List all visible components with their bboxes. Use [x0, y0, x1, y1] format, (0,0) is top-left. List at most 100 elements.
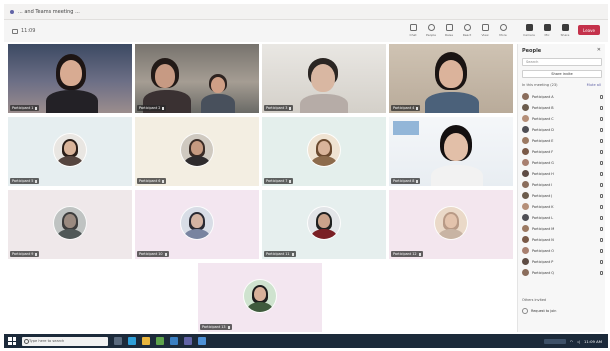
camera-icon [525, 24, 533, 31]
avatar [522, 104, 529, 111]
notification-area[interactable] [543, 338, 566, 344]
avatar-tile[interactable]: Participant 6 [135, 117, 259, 186]
others-invited-label[interactable]: Others invited [522, 296, 604, 305]
avatar [522, 181, 529, 188]
camera-button[interactable]: Camera [520, 22, 538, 40]
teams-icon[interactable] [184, 337, 192, 345]
react-button[interactable]: React [458, 22, 476, 40]
participant-row[interactable]: Participant N [522, 234, 604, 245]
video-tile[interactable]: Participant 2 [135, 44, 259, 113]
avatar-tile[interactable]: Participant 5 [8, 117, 132, 186]
view-button[interactable]: View [476, 22, 494, 40]
participant-row[interactable]: Participant Q [522, 267, 604, 278]
mic-off-icon [600, 270, 603, 275]
participant-name: Participant B [532, 105, 554, 110]
volume-icon[interactable]: ◁ [577, 339, 580, 344]
teams-meeting-window: ... and Teams meeting ... 11:09 Chat Peo… [0, 0, 610, 351]
participant-avatar [243, 279, 277, 314]
participant-video [44, 52, 100, 113]
participant-row[interactable]: Participant L [522, 212, 604, 223]
video-grid: Participant 1 Participant 2 Participant … [8, 44, 513, 332]
store-icon[interactable] [170, 337, 178, 345]
more-button[interactable]: More [494, 22, 512, 40]
avatar-tile[interactable]: Participant 12 [389, 190, 513, 259]
mic-off-icon [600, 149, 603, 154]
video-tile[interactable]: Participant 8 [389, 117, 513, 186]
request-item[interactable]: Request to join [522, 305, 604, 317]
participant-row[interactable]: Participant K [522, 201, 604, 212]
leave-button[interactable]: Leave [578, 25, 600, 35]
avatar-tile[interactable]: Participant 11 [262, 190, 386, 259]
clock[interactable]: 11:09 AM [584, 339, 602, 344]
participant-video [429, 125, 485, 186]
participant-row[interactable]: Participant B [522, 102, 604, 113]
avatar-tile[interactable]: Participant 13 [198, 263, 322, 332]
tile-name-label: Participant 6 [137, 178, 167, 184]
taskbar-search-input[interactable]: Type here to search [22, 336, 108, 346]
people-button[interactable]: People [422, 22, 440, 40]
avatar-tile[interactable]: Participant 7 [262, 117, 386, 186]
participant-row[interactable]: Participant M [522, 223, 604, 234]
participant-row[interactable]: Participant E [522, 135, 604, 146]
participant-row[interactable]: Participant J [522, 190, 604, 201]
participant-video [423, 52, 481, 113]
participant-name: Participant I [532, 182, 553, 187]
mic-off-icon [600, 237, 603, 242]
tile-name-label: Participant 9 [10, 251, 40, 257]
participant-row[interactable]: Participant H [522, 168, 604, 179]
share-icon [561, 24, 569, 31]
participant-name: Participant L [532, 215, 554, 220]
tile-name-label: Participant 2 [137, 105, 167, 111]
participant-name: Participant J [532, 193, 553, 198]
participant-avatar [434, 206, 468, 241]
raise-hand-button[interactable]: Raise [440, 22, 458, 40]
mic-off-icon [600, 193, 603, 198]
video-tile[interactable]: Participant 1 [8, 44, 132, 113]
avatar-tile[interactable]: Participant 9 [8, 190, 132, 259]
participant-row[interactable]: Participant P [522, 256, 604, 267]
mic-off-icon [600, 204, 603, 209]
avatar [522, 159, 529, 166]
edge-browser-icon[interactable] [128, 337, 136, 345]
windows-start-icon[interactable] [8, 337, 16, 345]
more-icon [499, 24, 507, 31]
participant-row[interactable]: Participant F [522, 146, 604, 157]
participant-name: Participant P [532, 259, 554, 264]
share-button[interactable]: Share [556, 22, 574, 40]
mute-all-button[interactable]: Mute all [587, 83, 601, 87]
file-explorer-icon[interactable] [142, 337, 150, 345]
chat-button[interactable]: Chat [404, 22, 422, 40]
mic-off-icon [600, 259, 603, 264]
meeting-duration: 11:09 [21, 28, 36, 34]
window-title-bar: ... and Teams meeting ... [4, 4, 608, 20]
participant-name: Participant K [532, 204, 554, 209]
chrome-icon[interactable] [156, 337, 164, 345]
participant-avatar [53, 133, 87, 168]
in-meeting-section-label[interactable]: In this meeting (23) [522, 83, 558, 87]
participant-row[interactable]: Participant G [522, 157, 604, 168]
video-tile[interactable]: Participant 4 [389, 44, 513, 113]
participant-video [201, 74, 237, 113]
mic-button[interactable]: Mic [538, 22, 556, 40]
wifi-icon[interactable]: ◠ [570, 339, 573, 344]
app-icon[interactable] [198, 337, 206, 345]
video-tile[interactable]: Participant 3 [262, 44, 386, 113]
share-invite-button[interactable]: Share invite [522, 70, 602, 78]
participant-name: Participant Q [532, 270, 554, 275]
participant-row[interactable]: Participant O [522, 245, 604, 256]
participant-row[interactable]: Participant A [522, 91, 604, 102]
close-icon[interactable]: ✕ [597, 47, 601, 53]
layout-icon[interactable] [12, 28, 18, 34]
meeting-toolbar: 11:09 Chat People Raise React View More … [4, 20, 608, 42]
participant-avatar [180, 206, 214, 241]
participant-row[interactable]: Participant C [522, 113, 604, 124]
task-view-icon[interactable] [114, 337, 122, 345]
participant-search-input[interactable]: Search [522, 58, 602, 66]
avatar-tile[interactable]: Participant 10 [135, 190, 259, 259]
smile-icon [463, 24, 471, 31]
window-title: ... and Teams meeting ... [18, 8, 80, 15]
participant-row[interactable]: Participant D [522, 124, 604, 135]
participant-row[interactable]: Participant I [522, 179, 604, 190]
windows-taskbar: Type here to search ◠ ◁ 11:09 AM [4, 334, 608, 348]
avatar [522, 236, 529, 243]
